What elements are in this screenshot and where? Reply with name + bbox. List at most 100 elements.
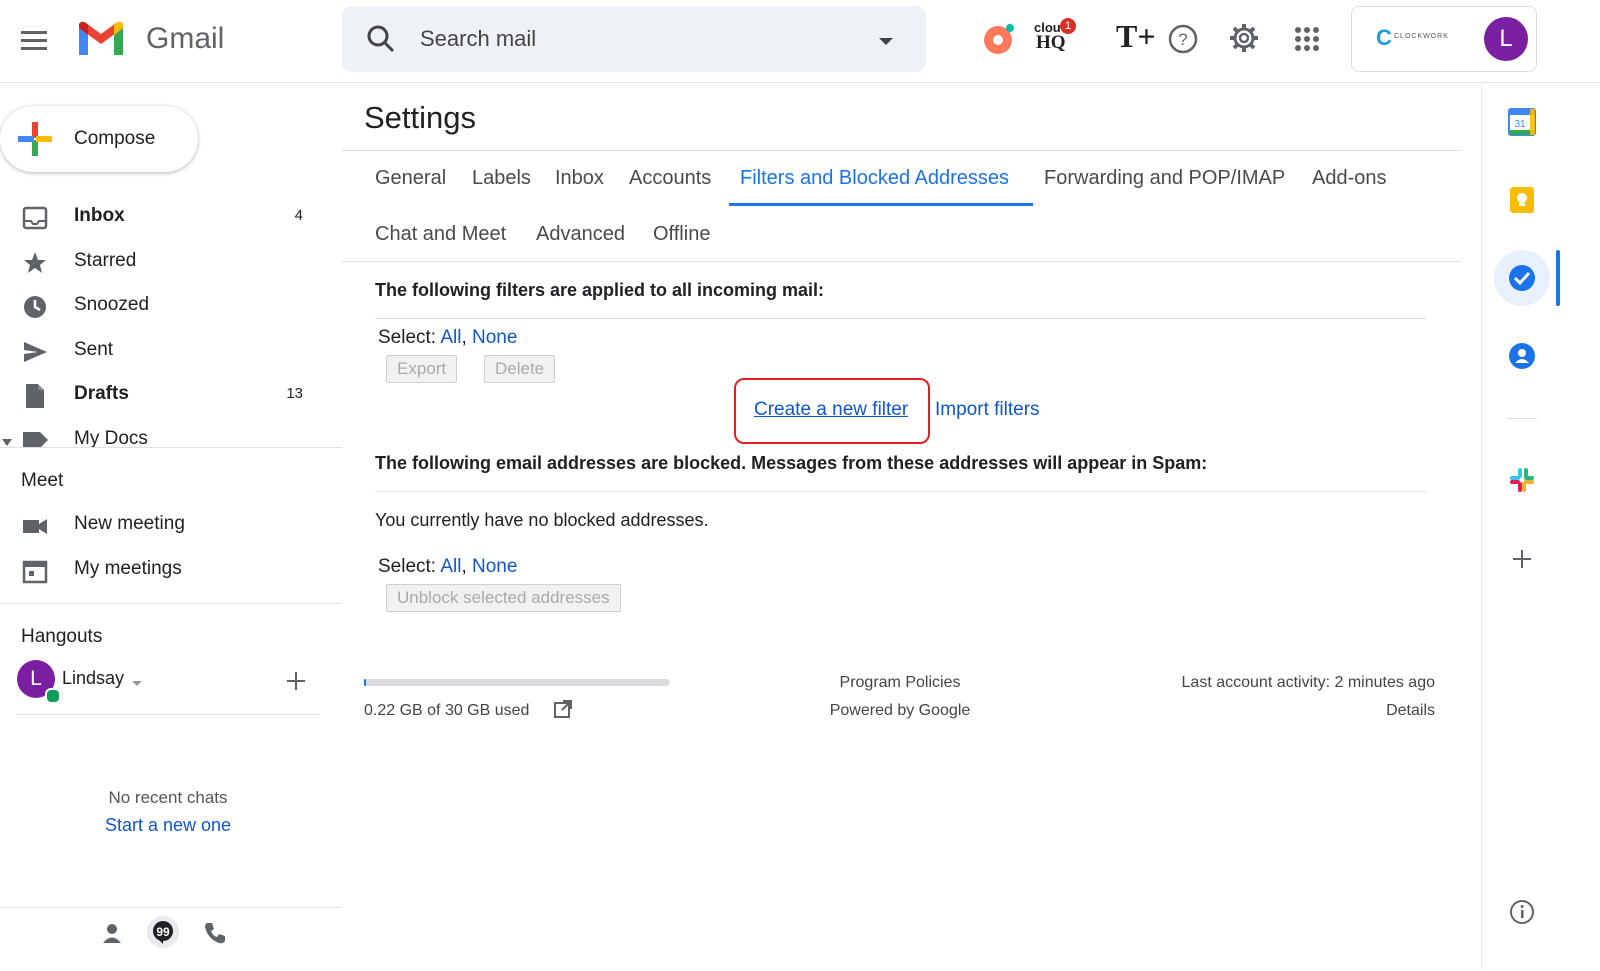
no-blocked-text: You currently have no blocked addresses. [375,510,709,530]
divider [16,714,320,715]
no-recent-chats-text: No recent chats [108,788,228,807]
export-button[interactable]: Export [386,355,458,383]
tab-filters-and-blocked-addresses[interactable]: Filters and Blocked Addresses [740,167,1009,190]
compose-button[interactable]: Compose [0,106,198,172]
phone-icon[interactable] [203,921,227,950]
calendar-icon[interactable]: 31 [1502,102,1542,142]
storage-bar-fill [364,679,367,686]
account-switcher[interactable]: C CLOCKWORK L [1351,6,1537,72]
external-link-icon[interactable] [553,699,573,724]
new-conversation-add-icon[interactable] [286,671,306,696]
sidebar-item-my-docs[interactable]: My Docs [0,418,342,448]
unblock-selected-button[interactable]: Unblock selected addresses [386,584,621,612]
tab-offline[interactable]: Offline [653,223,710,246]
sidebar-item-inbox[interactable]: Inbox 4 [0,195,335,239]
tab-general[interactable]: General [375,167,446,190]
apps-grid-icon[interactable] [1294,26,1320,57]
add-icon[interactable] [1502,539,1542,579]
tab-add-ons[interactable]: Add-ons [1312,167,1387,190]
sidebar-item-sent[interactable]: Sent [0,329,335,373]
divider [0,447,342,448]
hubspot-icon[interactable] [982,22,1016,61]
calendar-day-text: 31 [1514,119,1526,130]
tab-advanced[interactable]: Advanced [536,223,625,246]
clock-icon [22,294,48,320]
sidebar-item-label: Snoozed [74,294,150,315]
info-icon[interactable] [1502,892,1542,932]
create-new-filter-link[interactable]: Create a new filter [754,399,908,421]
hangouts-user-name[interactable]: Lindsay [62,668,124,689]
avatar[interactable]: L [1484,17,1528,61]
program-policies-link[interactable]: Program Policies [800,674,1000,692]
search-input[interactable]: Search mail [420,26,536,52]
tasks-icon[interactable] [1502,258,1542,298]
sidebar-item-label: Inbox [74,205,125,226]
user-status-dropdown-icon[interactable] [131,675,143,693]
import-filters-link[interactable]: Import filters [935,399,1040,421]
hangouts-tab-icon[interactable]: 99 [147,916,179,948]
storage-used-text: 0.22 GB of 30 GB used [364,702,530,719]
t-plus-icon[interactable]: T+ [1116,18,1156,55]
tab-inbox[interactable]: Inbox [555,167,604,190]
divider [0,603,342,604]
tab-chat-and-meet[interactable]: Chat and Meet [375,223,506,246]
gear-icon[interactable] [1228,22,1260,59]
compose-plus-icon [18,122,52,161]
select-separator-comma: , [461,327,467,348]
svg-text:99: 99 [156,925,170,939]
expand-arrow-icon[interactable] [2,434,12,448]
select-all-link[interactable]: All [440,327,461,348]
divider [342,261,1460,262]
tab-forwarding-and-pop-imap[interactable]: Forwarding and POP/IMAP [1044,167,1285,190]
select-none-link[interactable]: None [472,327,517,348]
tab-labels[interactable]: Labels [472,167,531,190]
clockwork-logo-icon: C [1376,25,1392,50]
label-icon [22,430,50,448]
active-tab-indicator [729,203,1033,206]
app-name: Gmail [146,22,225,55]
contacts-person-icon[interactable] [101,922,123,949]
tab-accounts[interactable]: Accounts [629,167,711,190]
cloudhq-icon[interactable]: clou HQ 1 [1034,18,1078,58]
sidebar-item-snoozed[interactable]: Snoozed [0,284,335,328]
sidebar-item-drafts[interactable]: Drafts 13 [0,373,335,417]
star-icon [22,250,48,276]
new-meeting-button[interactable]: New meeting [0,503,335,547]
gmail-logo[interactable] [76,20,126,63]
search-bar[interactable]: Search mail [342,6,926,72]
top-bar: Gmail Search mail clou HQ 1 T+ ? C CLOCK… [0,0,1600,83]
delete-button[interactable]: Delete [484,355,556,383]
search-icon[interactable] [366,24,396,59]
sidebar-item-label: Starred [74,250,137,271]
filters-heading: The following filters are applied to all… [375,280,825,300]
select-label: Select: [378,327,437,348]
menu-icon[interactable] [18,24,52,56]
my-meetings-button[interactable]: My meetings [0,548,335,592]
meet-section-title: Meet [21,470,64,491]
details-link[interactable]: Details [1300,702,1435,720]
account-brand: CLOCKWORK [1394,33,1449,40]
right-rail-divider [1481,82,1482,970]
sidebar-item-label: My Docs [74,428,148,448]
video-camera-icon [22,513,48,539]
select-all-link[interactable]: All [440,556,461,577]
page-title: Settings [364,100,477,135]
cloudhq-badge: 1 [1060,18,1076,34]
select-none-link[interactable]: None [472,556,517,577]
calendar-small-icon [22,558,48,584]
contacts-icon[interactable] [1502,336,1542,376]
inbox-icon [22,205,48,231]
cloudhq-text-bottom: HQ [1036,32,1066,53]
sidebar-item-starred[interactable]: Starred [0,240,335,284]
hangouts-section-title: Hangouts [21,626,103,647]
filters-select-row: Select: All, None [378,327,517,349]
powered-by-text: Powered by Google [829,702,971,719]
start-new-chat-link[interactable]: Start a new one [0,815,336,836]
my-meetings-label: My meetings [74,558,182,579]
help-icon[interactable]: ? [1168,24,1198,59]
search-options-dropdown-icon[interactable] [878,34,894,52]
keep-icon[interactable] [1502,180,1542,220]
send-icon [22,339,48,365]
active-rail-indicator [1556,250,1560,306]
slack-icon[interactable] [1502,460,1542,500]
